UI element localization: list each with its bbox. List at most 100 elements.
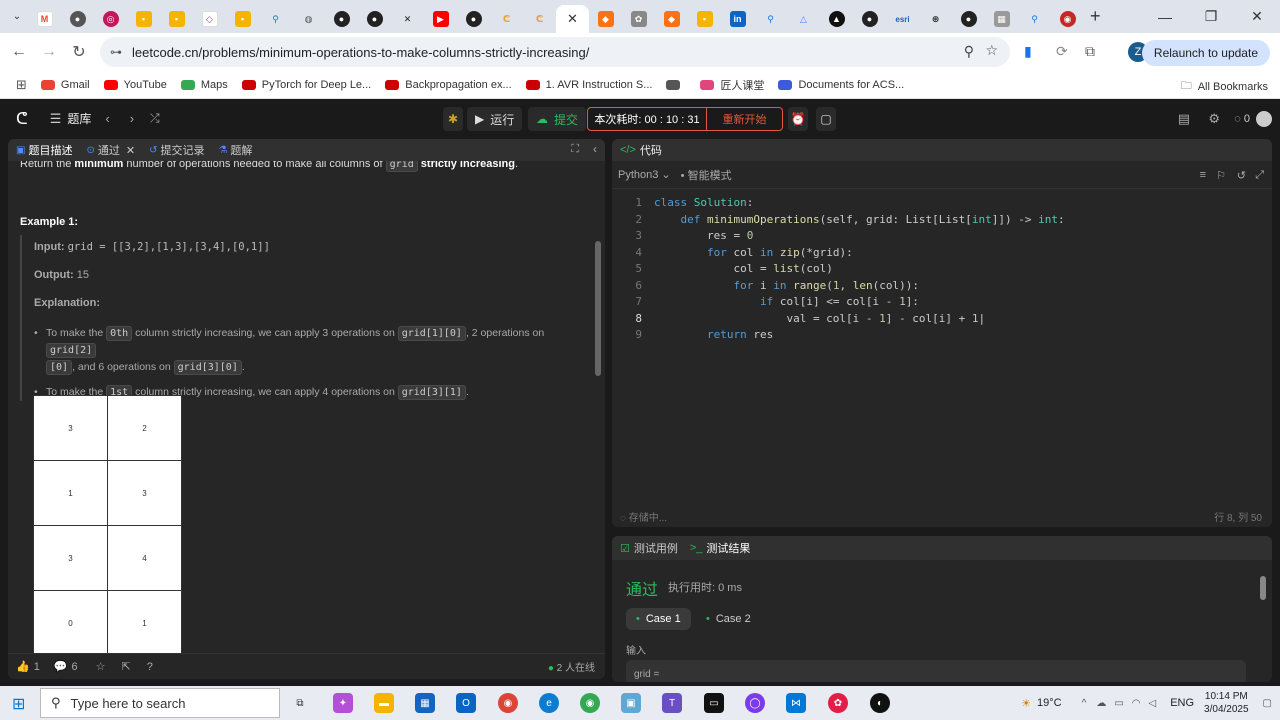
browser-tab[interactable]: ◆	[589, 5, 622, 33]
notification-icon[interactable]: ▢	[1263, 698, 1272, 709]
windows-start-icon[interactable]: ⊞	[12, 694, 25, 714]
outlook-icon[interactable]: O	[456, 693, 476, 713]
clock[interactable]: 10:14 PM 3/04/2025	[1204, 690, 1249, 716]
browser-tab[interactable]: M	[28, 5, 61, 33]
debug-icon[interactable]: ✱	[443, 107, 463, 131]
terminal-icon[interactable]: ▭	[704, 693, 724, 713]
bookmark-icon[interactable]: ⚐	[1216, 169, 1226, 182]
browser-tab[interactable]: ●	[457, 5, 490, 33]
back-button[interactable]: ←	[4, 43, 34, 61]
browser-tab[interactable]: ●	[952, 5, 985, 33]
vscode-icon[interactable]: ⋈	[786, 693, 806, 713]
case-tab-1[interactable]: • Case 1	[626, 608, 691, 630]
star-icon[interactable]: ☆	[96, 660, 106, 673]
reset-icon[interactable]: ↺	[1237, 169, 1246, 182]
language-indicator[interactable]: ENG	[1170, 697, 1194, 709]
browser-tab[interactable]: ◎	[94, 5, 127, 33]
browser-tab[interactable]: ◇	[193, 5, 226, 33]
browser-tab[interactable]: ⊛	[919, 5, 952, 33]
tab-accepted[interactable]: ⊙ 通过 ✕	[86, 142, 135, 158]
expand-icon[interactable]: ⛶	[571, 143, 579, 156]
next-problem-icon[interactable]: ›	[130, 111, 134, 126]
app-icon[interactable]: ◯	[745, 693, 765, 713]
browser-tab[interactable]: ◉	[1051, 5, 1084, 33]
copilot-icon[interactable]: ✦	[333, 693, 353, 713]
language-selector[interactable]: Python3 ⌄	[618, 168, 671, 181]
all-bookmarks[interactable]: 🗀 All Bookmarks	[1181, 77, 1268, 96]
browser-tab[interactable]: ▪	[160, 5, 193, 33]
tab-search-dropdown[interactable]: ⌄	[6, 6, 28, 28]
problem-list-link[interactable]: 题库	[67, 110, 91, 127]
store-icon[interactable]: ▦	[415, 693, 435, 713]
browser-tab[interactable]: ▦	[985, 5, 1018, 33]
close-icon[interactable]: ✕	[126, 144, 135, 157]
note-icon[interactable]: ▢	[816, 107, 836, 131]
browser-tab[interactable]: ⚲	[754, 5, 787, 33]
chrome-icon[interactable]: ◉	[580, 693, 600, 713]
battery-icon[interactable]: ▭	[1114, 698, 1123, 709]
browser-tab[interactable]: ⚲	[1018, 5, 1051, 33]
extension-icon[interactable]: ▮	[1024, 43, 1032, 60]
tab-testcase[interactable]: ☑ 测试用例	[620, 540, 678, 556]
comment-button[interactable]: 💬 6	[54, 660, 78, 674]
browser-tab[interactable]: ●	[325, 5, 358, 33]
browser-tab-active[interactable]: ✕	[556, 5, 589, 33]
site-info-icon[interactable]: ⊶	[110, 45, 122, 59]
chevron-up-icon[interactable]: ^	[1082, 698, 1087, 709]
maximize-button[interactable]: ❐	[1188, 0, 1234, 33]
streak-counter[interactable]: ◌ 0	[1234, 113, 1250, 125]
case-tab-2[interactable]: • Case 2	[696, 608, 761, 630]
reload-button[interactable]: ↻	[64, 42, 94, 62]
browser-tab[interactable]: △	[787, 5, 820, 33]
help-icon[interactable]: ?	[147, 661, 153, 673]
browser-tab[interactable]: esri	[886, 5, 919, 33]
volume-icon[interactable]: ◁	[1149, 698, 1157, 709]
bookmark-item[interactable]: Gmail	[40, 77, 90, 93]
browser-tab[interactable]: ᕦ	[523, 5, 556, 33]
scrollbar[interactable]	[595, 241, 601, 376]
layout-icon[interactable]: ▤	[1178, 111, 1190, 127]
collapse-icon[interactable]: ‹	[593, 142, 597, 156]
browser-tab[interactable]: ◆	[655, 5, 688, 33]
app-icon[interactable]: ▣	[621, 693, 641, 713]
task-view-icon[interactable]: ⧉	[290, 693, 310, 713]
browser-tab[interactable]: ✕	[391, 5, 424, 33]
browser-tab[interactable]: ◍	[292, 5, 325, 33]
browser-tab[interactable]: ▪	[226, 5, 259, 33]
translate-icon[interactable]: ⟳	[1056, 43, 1068, 60]
bookmark-item[interactable]: 匠人课堂	[700, 77, 764, 93]
bookmark-item[interactable]: YouTube	[103, 77, 167, 93]
browser-tab[interactable]: ⚲	[259, 5, 292, 33]
leetcode-logo-icon[interactable]: ᕦ	[16, 109, 28, 129]
list-icon[interactable]: ☰	[50, 111, 62, 127]
star-bookmark-icon[interactable]: ☆	[985, 42, 998, 59]
bookmark-item[interactable]: 1. AVR Instruction S...	[525, 77, 652, 93]
extensions-puzzle-icon[interactable]: ⧉	[1085, 43, 1095, 60]
chrome-icon[interactable]: ◉	[498, 693, 518, 713]
shuffle-icon[interactable]: ⤮	[150, 111, 160, 126]
scrollbar[interactable]	[1260, 576, 1266, 600]
bookmark-item[interactable]: PyTorch for Deep Le...	[241, 77, 371, 93]
settings-gear-icon[interactable]: ⚙	[1208, 111, 1220, 127]
browser-tab[interactable]: ▪	[127, 5, 160, 33]
bookmark-item[interactable]: Documents for ACS...	[778, 77, 904, 93]
alarm-icon[interactable]: ⏰	[788, 107, 808, 131]
browser-tab[interactable]: ▲	[820, 5, 853, 33]
like-button[interactable]: 👍 1	[16, 660, 40, 674]
prev-problem-icon[interactable]: ‹	[105, 111, 109, 126]
tab-test-result[interactable]: >_ 测试结果	[690, 540, 751, 556]
browser-tab[interactable]: ●	[853, 5, 886, 33]
close-window-button[interactable]: ✕	[1234, 0, 1280, 33]
browser-tab[interactable]: ●	[358, 5, 391, 33]
new-tab-button[interactable]: +	[1090, 6, 1101, 27]
app-icon[interactable]: ✿	[828, 693, 848, 713]
relaunch-button[interactable]: Relaunch to update	[1141, 40, 1270, 66]
code-area[interactable]: 1 class Solution: 2 def minimumOperations…	[612, 195, 1272, 344]
forward-button[interactable]: →	[34, 43, 64, 61]
teams-icon[interactable]: T	[662, 693, 682, 713]
format-icon[interactable]: ≡	[1200, 169, 1206, 181]
browser-tab[interactable]: ●	[61, 5, 94, 33]
taskbar-search[interactable]: ⚲ Type here to search	[40, 688, 280, 718]
restart-button[interactable]: 重新开始	[707, 107, 783, 131]
tab-submissions[interactable]: ↺ 提交记录	[149, 142, 204, 158]
